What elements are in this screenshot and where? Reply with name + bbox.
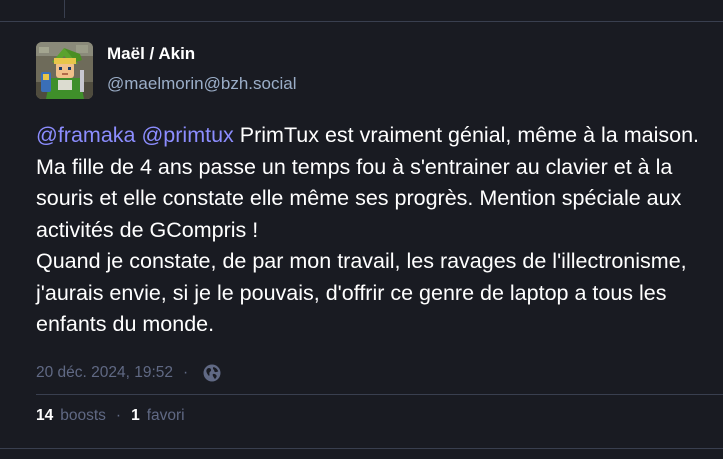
content-paragraph-2: Quand je constate, de par mon travail, l… — [36, 249, 687, 336]
favourites-count: 1 — [131, 407, 140, 424]
meta-separator: · — [183, 364, 189, 381]
avatar-image — [36, 42, 93, 99]
boosts-count: 14 — [36, 407, 54, 424]
favourites-label: favori — [146, 407, 185, 424]
bottom-divider — [0, 448, 723, 449]
boosts-link[interactable]: 14 boosts — [36, 407, 106, 425]
timestamp-link[interactable]: 20 déc. 2024, 19:52 — [36, 364, 173, 382]
status-detail: Maël / Akin @maelmorin@bzh.social @frama… — [0, 22, 723, 459]
mention-primtux[interactable]: @primtux — [141, 123, 233, 147]
content-paragraph-1: @framaka @primtux PrimTux est vraiment g… — [36, 120, 716, 246]
boosts-label: boosts — [60, 407, 106, 424]
stats-separator: · — [115, 407, 122, 424]
display-name[interactable]: Maël / Akin — [107, 44, 195, 64]
favourites-link[interactable]: 1 favori — [131, 407, 185, 425]
globe-icon[interactable] — [202, 363, 222, 383]
status-content: @framaka @primtux PrimTux est vraiment g… — [36, 120, 716, 341]
thread-connector-line — [64, 0, 65, 18]
account-handle[interactable]: @maelmorin@bzh.social — [107, 74, 296, 94]
stats-divider — [36, 394, 723, 395]
status-meta: 20 déc. 2024, 19:52 · — [36, 362, 222, 384]
avatar[interactable] — [36, 42, 93, 99]
content-text-1: PrimTux est vraiment génial, même à la m… — [36, 123, 699, 242]
status-stats: 14 boosts · 1 favori — [36, 405, 185, 427]
mention-framaka[interactable]: @framaka — [36, 123, 136, 147]
